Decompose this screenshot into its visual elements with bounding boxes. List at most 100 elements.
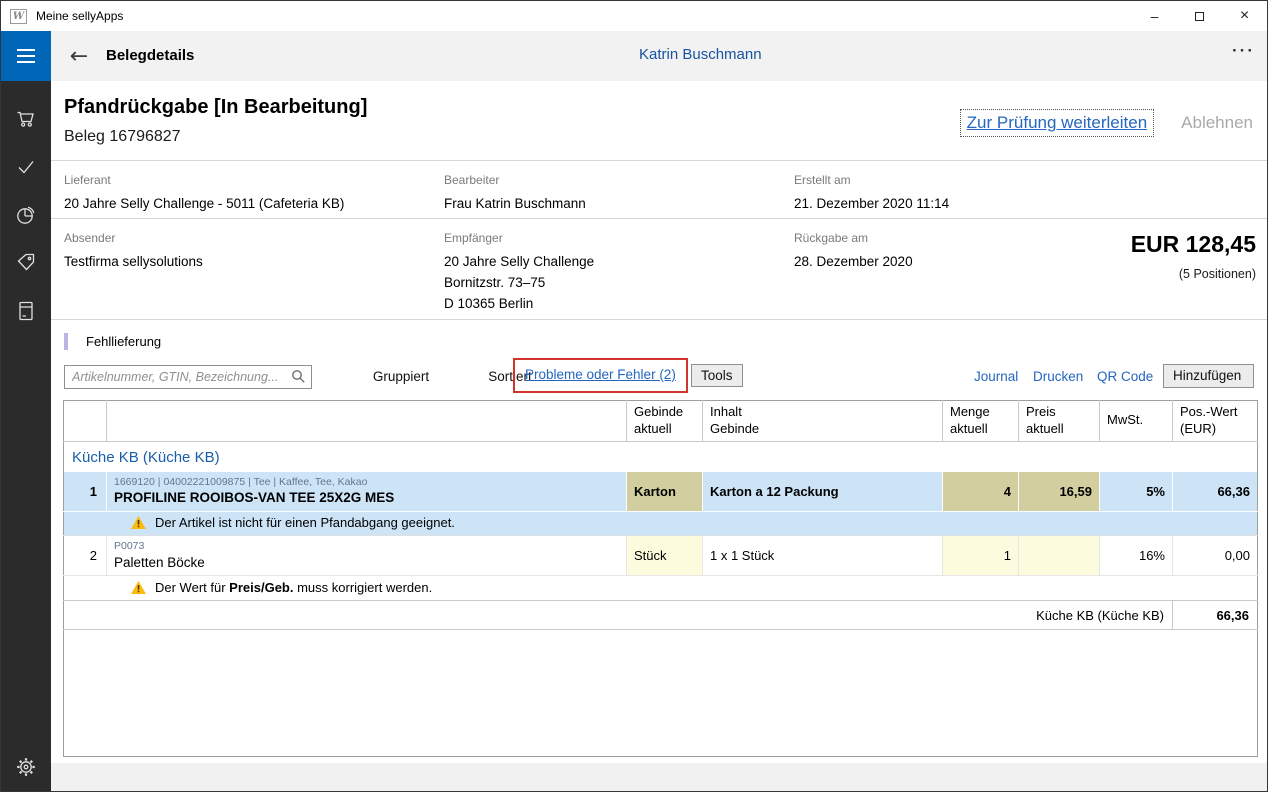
back-button[interactable]: ← <box>63 40 95 72</box>
field-label-absender: Absender <box>64 231 203 245</box>
search-icon <box>291 369 306 384</box>
warning-icon <box>130 515 147 530</box>
row-article-meta: P0073 <box>114 539 619 553</box>
journal-link[interactable]: Journal <box>974 369 1018 384</box>
row-article-cell: 1669120 | 04002221009875 | Tee | Kaffee,… <box>107 472 627 512</box>
warning-icon <box>130 580 147 595</box>
annotation-highlight-box: Probleme oder Fehler (2) <box>513 358 688 393</box>
forward-for-review-link[interactable]: Zur Prüfung weiterleiten <box>960 109 1154 137</box>
check-icon <box>14 155 38 179</box>
positions-toolbar: Gruppiert Sortiert Probleme oder Fehler … <box>51 363 1268 391</box>
col-header-gebinde[interactable]: Gebindeaktuell <box>627 401 703 442</box>
table-empty-area <box>64 630 1258 757</box>
problems-errors-link[interactable]: Probleme oder Fehler (2) <box>525 367 676 382</box>
tag-accent-bar <box>64 333 68 350</box>
gear-icon <box>14 755 38 779</box>
row-gebinde-cell[interactable]: Karton <box>627 472 703 512</box>
field-value-empfaenger: 20 Jahre Selly Challenge Bornitzstr. 73–… <box>444 252 594 315</box>
row-article-name: PROFILINE ROOIBOS-VAN TEE 25X2G MES <box>114 489 619 508</box>
sidebar <box>1 81 51 792</box>
group-header-row[interactable]: Küche KB (Küche KB) <box>64 441 1258 472</box>
delivery-type-label: Fehllieferung <box>86 334 161 349</box>
field-label-empfaenger: Empfänger <box>444 231 594 245</box>
row-menge-cell[interactable]: 1 <box>943 536 1019 576</box>
field-value-erstellt-am: 21. Dezember 2020 11:14 <box>794 194 949 215</box>
row-menge-cell[interactable]: 4 <box>943 472 1019 512</box>
field-value-bearbeiter: Frau Katrin Buschmann <box>444 194 586 215</box>
row-preis-cell[interactable] <box>1019 536 1100 576</box>
titlebar: W Meine sellyApps – × <box>1 1 1267 31</box>
window-title: Meine sellyApps <box>36 9 123 23</box>
subtotal-label: Küche KB (Küche KB) <box>64 601 1173 630</box>
row-inhalt-cell[interactable]: 1 x 1 Stück <box>703 536 943 576</box>
row-wert-cell: 0,00 <box>1173 536 1258 576</box>
app-logo-icon: W <box>10 9 27 24</box>
add-dropdown-button[interactable]: Hinzufügen <box>1163 364 1254 388</box>
field-label-bearbeiter: Bearbeiter <box>444 173 586 187</box>
field-value-absender: Testfirma sellysolutions <box>64 252 203 273</box>
app-window: W Meine sellyApps – × ← Belegdetails Kat… <box>0 0 1268 792</box>
minimize-button[interactable]: – <box>1132 1 1177 31</box>
header-bar: ← Belegdetails Katrin Buschmann ··· <box>1 31 1268 81</box>
delivery-type-row: Fehllieferung <box>51 320 1268 363</box>
document-total-amount: EUR 128,45 <box>1131 231 1256 258</box>
row-article-meta: 1669120 | 04002221009875 | Tee | Kaffee,… <box>114 475 619 489</box>
sidebar-item-statistics[interactable] <box>1 191 51 239</box>
row-warning: Der Artikel ist nicht für einen Pfandabg… <box>64 512 1258 536</box>
col-header-wert[interactable]: Pos.-Wert(EUR) <box>1173 401 1258 442</box>
close-button[interactable]: × <box>1222 1 1267 31</box>
col-header-article <box>107 401 627 442</box>
maximize-button[interactable] <box>1177 1 1222 31</box>
document-fields-row-2: Absender Testfirma sellysolutions Empfän… <box>51 219 1268 320</box>
row-position-number: 1 <box>64 472 107 512</box>
col-header-preis[interactable]: Preisaktuell <box>1019 401 1100 442</box>
row-inhalt-cell[interactable]: Karton a 12 Packung <box>703 472 943 512</box>
window-controls: – × <box>1132 1 1267 31</box>
row-mwst-cell: 5% <box>1100 472 1173 512</box>
row-gebinde-cell[interactable]: Stück <box>627 536 703 576</box>
col-header-menge[interactable]: Mengeaktuell <box>943 401 1019 442</box>
row-mwst-cell: 16% <box>1100 536 1173 576</box>
sidebar-item-catalog[interactable] <box>1 287 51 335</box>
table-row[interactable]: 1 1669120 | 04002221009875 | Tee | Kaffe… <box>64 472 1258 512</box>
pie-chart-icon <box>14 203 38 227</box>
field-value-lieferant: 20 Jahre Selly Challenge - 5011 (Cafeter… <box>64 194 344 215</box>
document-fields-row-1: Lieferant 20 Jahre Selly Challenge - 501… <box>51 161 1268 219</box>
sidebar-item-settings[interactable] <box>1 745 51 789</box>
row-article-cell: P0073 Paletten Böcke <box>107 536 627 576</box>
col-header-mwst[interactable]: MwSt. <box>1100 401 1173 442</box>
sidebar-item-offers[interactable] <box>1 239 51 287</box>
qr-code-link[interactable]: QR Code <box>1097 369 1153 384</box>
row-preis-cell[interactable]: 16,59 <box>1019 472 1100 512</box>
hamburger-icon <box>17 49 35 51</box>
group-subtotal-row: Küche KB (Küche KB) 66,36 <box>64 601 1258 630</box>
document-position-count: (5 Positionen) <box>1131 267 1256 281</box>
search-input[interactable] <box>64 365 312 389</box>
positions-table: Gebindeaktuell InhaltGebinde Mengeaktuel… <box>63 400 1258 757</box>
reject-button[interactable]: Ablehnen <box>1181 113 1253 133</box>
sidebar-item-approvals[interactable] <box>1 143 51 191</box>
group-header-label: Küche KB (Küche KB) <box>64 441 1258 472</box>
row-warning: Der Wert für Preis/Geb. muss korrigiert … <box>64 576 1258 601</box>
document-header: Pfandrückgabe [In Bearbeitung] Beleg 167… <box>51 81 1268 161</box>
table-row[interactable]: 2 P0073 Paletten Böcke Stück 1 x 1 Stück… <box>64 536 1258 576</box>
menu-button[interactable] <box>1 31 51 81</box>
col-header-inhalt[interactable]: InhaltGebinde <box>703 401 943 442</box>
print-link[interactable]: Drucken <box>1033 369 1083 384</box>
field-value-rueckgabe-am: 28. Dezember 2020 <box>794 252 913 273</box>
sidebar-item-cart[interactable] <box>1 95 51 143</box>
book-icon <box>14 299 38 323</box>
footer-strip <box>51 763 1268 792</box>
header-user-link[interactable]: Katrin Buschmann <box>639 46 762 63</box>
tag-icon <box>14 251 38 275</box>
page-title: Belegdetails <box>106 47 194 64</box>
field-label-erstellt-am: Erstellt am <box>794 173 949 187</box>
field-label-rueckgabe-am: Rückgabe am <box>794 231 913 245</box>
more-options-button[interactable]: ··· <box>1232 41 1255 61</box>
row-position-number: 2 <box>64 536 107 576</box>
subtotal-value: 66,36 <box>1173 601 1258 630</box>
grouped-toggle[interactable]: Gruppiert <box>351 369 451 384</box>
tools-button[interactable]: Tools <box>691 364 743 387</box>
table-header-row: Gebindeaktuell InhaltGebinde Mengeaktuel… <box>64 401 1258 442</box>
warning-text: Der Wert für Preis/Geb. muss korrigiert … <box>155 580 432 595</box>
